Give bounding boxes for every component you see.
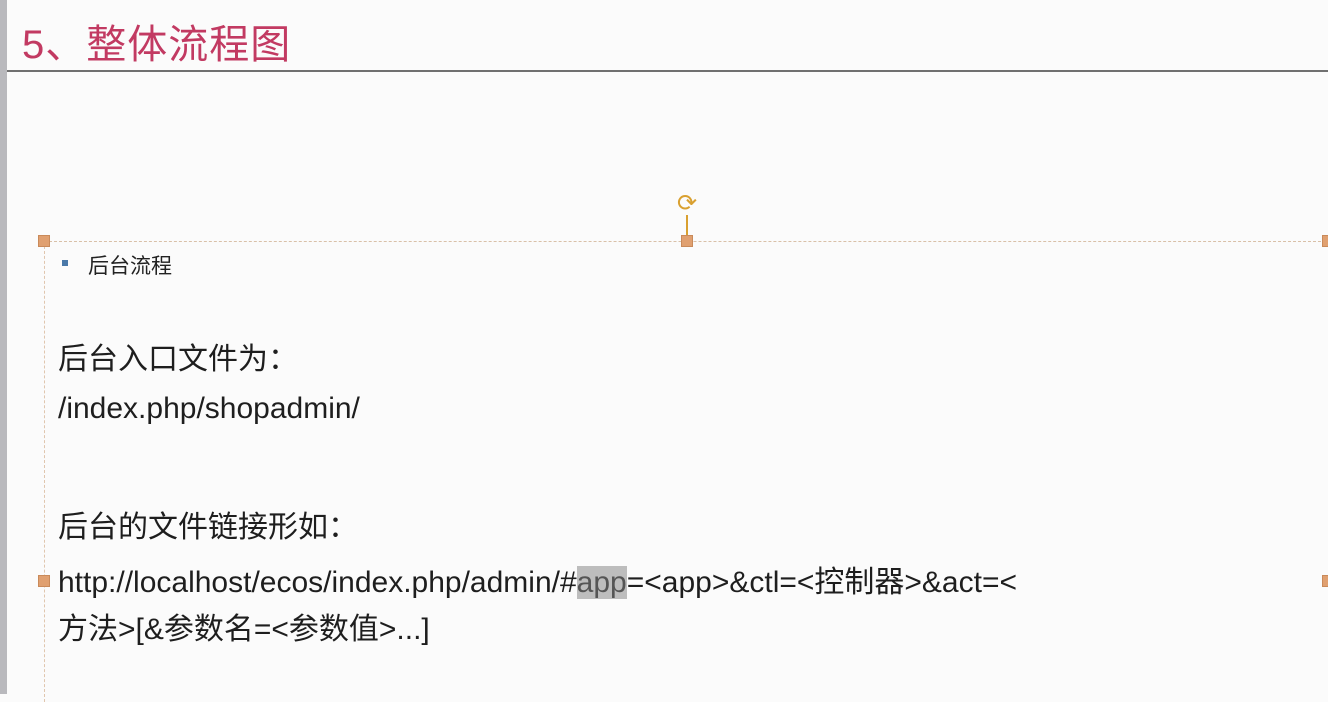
subheading: 后台流程 [88,255,172,278]
link-label: 后台的文件链接形如： [58,511,358,544]
entry-label: 后台入口文件为： [58,343,298,376]
slide-title[interactable]: 5、整体流程图 [22,12,291,70]
url-suffix: =<app>&ctl=<控制器>&act=< [626,566,1017,599]
url-line-2: 方法>[&参数名=<参数值>...] [58,613,430,646]
selected-text-highlight[interactable]: app [576,566,627,599]
bullet-icon [62,260,68,266]
resize-handle-middle-left[interactable] [38,575,50,587]
title-divider [7,70,1328,72]
rotate-handle-icon[interactable]: ⟳ [676,192,698,216]
resize-handle-top-right[interactable] [1322,235,1328,247]
url-prefix: http://localhost/ecos/index.php/admin/# [58,566,577,599]
editor-left-edge [0,0,7,694]
url-line-1: http://localhost/ecos/index.php/admin/#a… [58,557,1017,601]
resize-handle-middle-right[interactable] [1322,575,1328,587]
resize-handle-top-left[interactable] [38,235,50,247]
rotate-handle-stem [686,215,688,237]
entry-path: /index.php/shopadmin/ [58,392,360,425]
resize-handle-top-center[interactable] [681,235,693,247]
